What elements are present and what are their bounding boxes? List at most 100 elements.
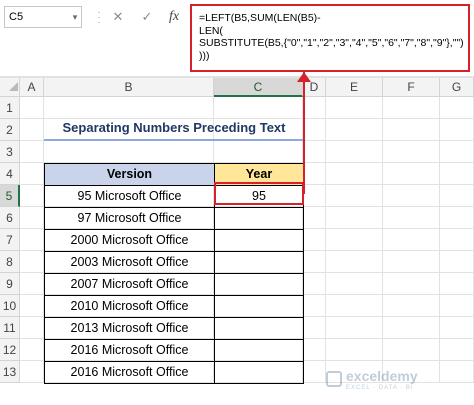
cell-d10[interactable] [303, 295, 326, 317]
sheet-title[interactable]: Separating Numbers Preceding Text [44, 117, 304, 139]
cell-b1[interactable] [44, 97, 214, 119]
column-header-f[interactable]: F [383, 78, 440, 97]
cell-f5[interactable] [383, 185, 440, 207]
cell-d5[interactable] [303, 185, 326, 207]
cell-e9[interactable] [326, 273, 383, 295]
formula-bar-grip-icon[interactable]: · · · [96, 8, 102, 28]
cell-g12[interactable] [440, 339, 474, 361]
row-header-4[interactable]: 4 [0, 163, 20, 185]
cell-e8[interactable] [326, 251, 383, 273]
cell-f11[interactable] [383, 317, 440, 339]
table-cell-year[interactable] [214, 207, 304, 230]
row-header-9[interactable]: 9 [0, 273, 20, 295]
cell-g9[interactable] [440, 273, 474, 295]
table-header-version[interactable]: Version [44, 163, 215, 186]
row-header-2[interactable]: 2 [0, 119, 20, 141]
row-header-11[interactable]: 11 [0, 317, 20, 339]
table-cell-version[interactable]: 95 Microsoft Office [44, 185, 215, 208]
cell-f10[interactable] [383, 295, 440, 317]
cell-d6[interactable] [303, 207, 326, 229]
column-header-e[interactable]: E [326, 78, 383, 97]
column-header-c[interactable]: C [214, 78, 303, 97]
cell-e12[interactable] [326, 339, 383, 361]
cell-b3[interactable] [44, 141, 214, 163]
cell-a6[interactable] [20, 207, 44, 229]
cell-f1[interactable] [383, 97, 440, 119]
cell-f7[interactable] [383, 229, 440, 251]
table-cell-version[interactable]: 2016 Microsoft Office [44, 361, 215, 384]
cell-d8[interactable] [303, 251, 326, 273]
column-header-b[interactable]: B [44, 78, 214, 97]
column-header-a[interactable]: A [20, 78, 44, 97]
cell-a10[interactable] [20, 295, 44, 317]
cell-f2[interactable] [383, 119, 440, 141]
row-header-1[interactable]: 1 [0, 97, 20, 119]
table-cell-version[interactable]: 2007 Microsoft Office [44, 273, 215, 296]
table-cell-year[interactable] [214, 339, 304, 362]
table-cell-version[interactable]: 2003 Microsoft Office [44, 251, 215, 274]
row-header-6[interactable]: 6 [0, 207, 20, 229]
table-cell-year[interactable] [214, 229, 304, 252]
table-cell-version[interactable]: 2013 Microsoft Office [44, 317, 215, 340]
cell-g13[interactable] [440, 361, 474, 383]
cell-g2[interactable] [440, 119, 474, 141]
cell-a11[interactable] [20, 317, 44, 339]
cell-f4[interactable] [383, 163, 440, 185]
table-cell-version[interactable]: 2016 Microsoft Office [44, 339, 215, 362]
table-cell-version[interactable]: 2010 Microsoft Office [44, 295, 215, 318]
table-cell-year[interactable] [214, 317, 304, 340]
cell-e6[interactable] [326, 207, 383, 229]
cell-d12[interactable] [303, 339, 326, 361]
cell-d3[interactable] [303, 141, 326, 163]
cell-a13[interactable] [20, 361, 44, 383]
cell-e11[interactable] [326, 317, 383, 339]
cell-a4[interactable] [20, 163, 44, 185]
cell-a12[interactable] [20, 339, 44, 361]
cell-a7[interactable] [20, 229, 44, 251]
cell-e3[interactable] [326, 141, 383, 163]
cell-a5[interactable] [20, 185, 44, 207]
name-box-dropdown-icon[interactable]: ▾ [70, 7, 80, 27]
cell-e4[interactable] [326, 163, 383, 185]
cell-e10[interactable] [326, 295, 383, 317]
cell-f6[interactable] [383, 207, 440, 229]
cell-d9[interactable] [303, 273, 326, 295]
cell-g1[interactable] [440, 97, 474, 119]
select-all-corner[interactable] [0, 78, 20, 97]
cell-g8[interactable] [440, 251, 474, 273]
row-header-13[interactable]: 13 [0, 361, 20, 383]
cell-d4[interactable] [303, 163, 326, 185]
cell-g6[interactable] [440, 207, 474, 229]
cell-a3[interactable] [20, 141, 44, 163]
row-header-7[interactable]: 7 [0, 229, 20, 251]
row-header-5[interactable]: 5 [0, 185, 20, 207]
cancel-icon[interactable]: ✕ [107, 6, 129, 28]
cell-g10[interactable] [440, 295, 474, 317]
cell-a1[interactable] [20, 97, 44, 119]
cell-c3[interactable] [214, 141, 303, 163]
cell-a2[interactable] [20, 119, 44, 141]
row-header-8[interactable]: 8 [0, 251, 20, 273]
cell-f3[interactable] [383, 141, 440, 163]
table-cell-year[interactable] [214, 251, 304, 274]
cell-d7[interactable] [303, 229, 326, 251]
cell-a9[interactable] [20, 273, 44, 295]
table-cell-version[interactable]: 97 Microsoft Office [44, 207, 215, 230]
cell-e7[interactable] [326, 229, 383, 251]
cell-e5[interactable] [326, 185, 383, 207]
table-cell-year[interactable] [214, 361, 304, 384]
table-cell-version[interactable]: 2000 Microsoft Office [44, 229, 215, 252]
cell-f9[interactable] [383, 273, 440, 295]
cell-g7[interactable] [440, 229, 474, 251]
cell-d1[interactable] [303, 97, 326, 119]
formula-input[interactable]: =LEFT(B5,SUM(LEN(B5)- LEN( SUBSTITUTE(B5… [190, 4, 470, 72]
cell-g3[interactable] [440, 141, 474, 163]
table-cell-year[interactable] [214, 295, 304, 318]
cell-e1[interactable] [326, 97, 383, 119]
cell-f12[interactable] [383, 339, 440, 361]
cell-g11[interactable] [440, 317, 474, 339]
row-header-12[interactable]: 12 [0, 339, 20, 361]
enter-icon[interactable]: ✓ [136, 6, 158, 28]
cell-d2[interactable] [303, 119, 326, 141]
column-header-g[interactable]: G [440, 78, 474, 97]
